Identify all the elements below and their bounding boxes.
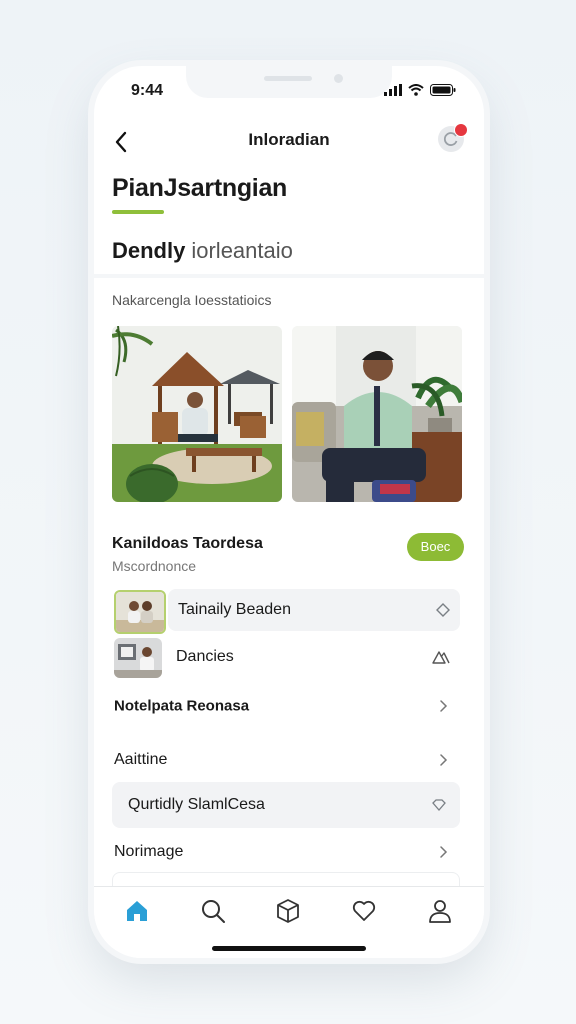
box-icon bbox=[277, 899, 299, 923]
page-title: PianJsartngian bbox=[112, 174, 288, 202]
office-thumb-image bbox=[114, 638, 162, 678]
card-subtitle: Mscordnonce bbox=[112, 558, 197, 574]
list-item-notelpata[interactable]: Notelpata Reonasa bbox=[112, 686, 460, 726]
chevron-right-icon bbox=[440, 700, 448, 712]
list-item-label: Aaittine bbox=[114, 751, 168, 768]
list-item-label: Norimage bbox=[114, 843, 184, 860]
gazebo-photo-image bbox=[112, 326, 282, 502]
app-header: Inloradian bbox=[94, 122, 484, 162]
list-thumb-office bbox=[114, 638, 162, 678]
phone-frame: 9:44 Inloradian PianJsartngian Dendly io… bbox=[94, 66, 484, 958]
gallery-photo-gazebo[interactable] bbox=[112, 326, 282, 502]
speaker bbox=[264, 76, 312, 81]
home-indicator bbox=[212, 946, 366, 951]
tab-profile[interactable] bbox=[426, 897, 454, 925]
diamond-icon bbox=[436, 603, 450, 617]
wifi-icon bbox=[408, 84, 424, 96]
notification-badge bbox=[454, 123, 468, 137]
subtitle-strong: Dendly bbox=[112, 238, 186, 263]
section-divider bbox=[94, 274, 484, 278]
chevron-right-icon bbox=[440, 846, 448, 858]
tab-home[interactable] bbox=[123, 897, 151, 925]
tab-favorites[interactable] bbox=[350, 897, 378, 925]
list-item-qurtidly[interactable]: Qurtidly SlamlCesa bbox=[112, 782, 460, 828]
list-item-label: Notelpata Reonasa bbox=[114, 697, 250, 715]
card-title: Kanildoas Taordesa bbox=[112, 535, 263, 552]
front-camera bbox=[334, 74, 343, 83]
diamond-icon bbox=[432, 799, 446, 811]
sofa-photo-image bbox=[292, 326, 462, 502]
notch bbox=[186, 66, 392, 98]
mountain-icon bbox=[432, 651, 450, 664]
list-thumb-couple bbox=[114, 590, 166, 634]
tab-search[interactable] bbox=[199, 897, 227, 925]
list-item-label: Tainaily Beaden bbox=[178, 601, 291, 618]
couple-thumb-image bbox=[116, 592, 164, 632]
list-item-label: Dancies bbox=[176, 648, 234, 665]
status-icons bbox=[384, 84, 456, 96]
list-item-aaittine[interactable]: Aaittine bbox=[112, 740, 460, 780]
signal-icon bbox=[384, 84, 402, 96]
notification-button[interactable] bbox=[438, 123, 468, 152]
status-time: 9:44 bbox=[131, 82, 164, 99]
tab-orders[interactable] bbox=[274, 897, 302, 925]
home-icon bbox=[127, 901, 147, 921]
book-button[interactable]: Boec bbox=[407, 533, 464, 561]
list-item-dancies[interactable]: Dancies bbox=[168, 636, 460, 678]
gallery-photo-sofa[interactable] bbox=[292, 326, 462, 502]
heart-icon bbox=[352, 900, 376, 921]
title-underline bbox=[112, 210, 164, 214]
header-title: Inloradian bbox=[248, 130, 330, 149]
chevron-right-icon bbox=[440, 754, 448, 766]
search-icon bbox=[202, 900, 225, 923]
profile-icon bbox=[429, 900, 451, 923]
section-caption: Nakarcengla Ioesstatioics bbox=[112, 292, 272, 308]
battery-icon bbox=[430, 84, 456, 96]
list-item-norimage[interactable]: Norimage bbox=[112, 832, 460, 872]
list-item-tainaily[interactable]: Tainaily Beaden bbox=[168, 589, 460, 631]
subtitle-light: iorleantaio bbox=[191, 238, 293, 263]
list-item-label: Qurtidly SlamlCesa bbox=[128, 796, 265, 813]
page-subtitle: Dendly iorleantaio bbox=[112, 238, 293, 264]
